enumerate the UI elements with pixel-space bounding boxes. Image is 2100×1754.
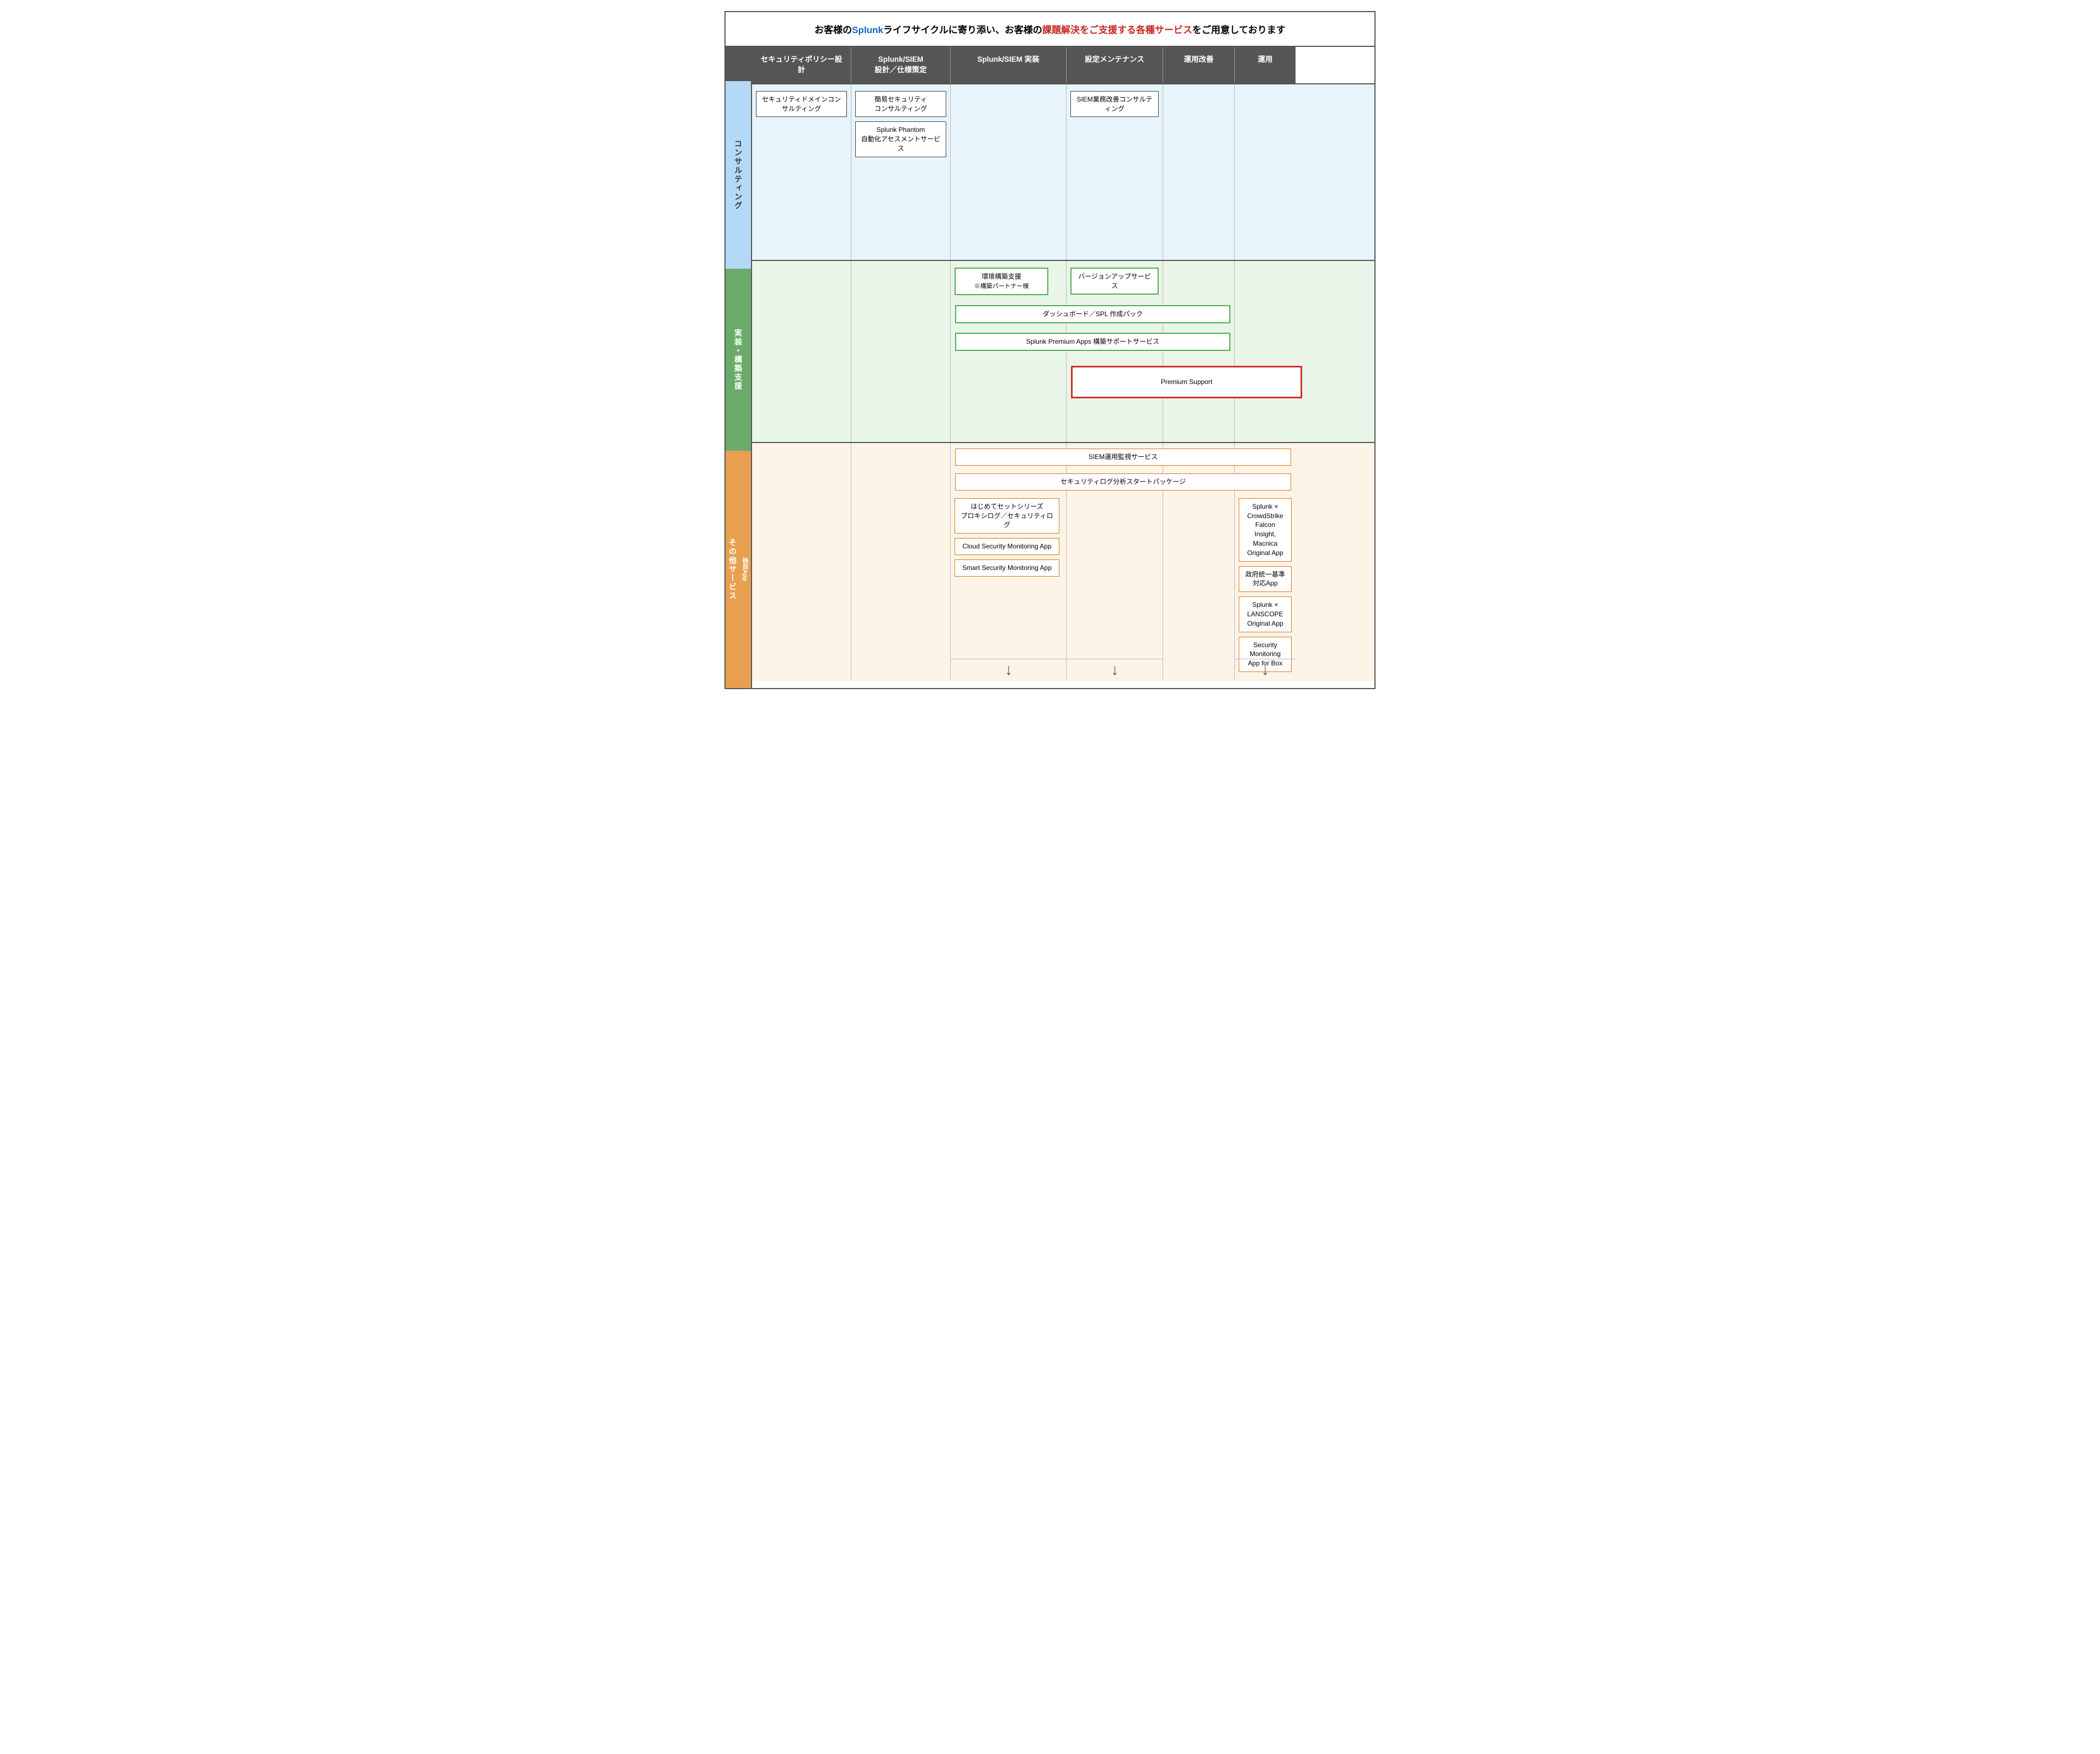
service-version-up: バージョンアップサービス [1070,268,1159,295]
service-premium-support-container: Premium Support [1067,366,1307,403]
left-label-jisso: 実装・構築支援 [726,269,752,451]
consulting-col5 [1163,84,1235,260]
service-premium-apps: Splunk Premium Apps 構築サポートサービス [955,333,1230,351]
left-label-sonota: 独自App その他サービス [726,451,752,688]
banner-red1: 課題解決をご支援する各種サービス [1042,25,1192,35]
service-dashboard: ダッシュボード／SPL 作成パック [955,305,1230,323]
column-headers: セキュリティポリシー設計 Splunk/SIEM設計／仕様策定 Splunk/S… [752,47,1374,84]
left-label-consulting: コンサルティング [726,81,752,269]
service-siem-kaizen: SIEM業務改善コンサルティング [1070,91,1159,118]
service-security-log-analysis: セキュリティログ分析スタートパッケージ [955,473,1291,491]
consulting-col3 [951,84,1067,260]
banner-prefix: お客様の [814,25,852,35]
service-kankyo-kochiku: 環境構築支援※構築パートナー様 [955,268,1048,295]
service-security-domain: セキュリティドメインコンサルティング [756,91,847,118]
jisso-col6 [1235,261,1296,442]
consulting-col6 [1235,84,1296,260]
service-siem-unyo: SIEM運用監視サービス [955,449,1291,466]
arrow-5 [1163,659,1235,681]
service-splunk-phantom: Splunk Phantom自動化アセスメントサービス [855,121,946,157]
consulting-col2: 簡易セキュリティコンサルティング Splunk Phantom自動化アセスメント… [851,84,951,260]
main-container: お客様のSplunkライフサイクルに寄り添い、お客様の課題解決をご支援する各種サ… [724,11,1376,689]
arrow-1 [752,659,851,681]
col-header-4: 設定メンテナンス [1067,47,1163,83]
consulting-section: セキュリティドメインコンサルティング 簡易セキュリティコンサルティング Splu… [752,84,1374,261]
col-header-5: 運用改善 [1163,47,1235,83]
top-banner: お客様のSplunkライフサイクルに寄り添い、お客様の課題解決をご支援する各種サ… [726,12,1374,47]
service-hajimete: はじめてセットシリーズプロキシログ／セキュリティログ [955,498,1059,534]
service-premium-support: Premium Support [1071,366,1302,398]
consulting-col1: セキュリティドメインコンサルティング [752,84,851,260]
banner-blue1: Splunk [852,25,883,35]
service-premium-apps-container: Splunk Premium Apps 構築サポートサービス [951,333,1235,355]
right-content: セキュリティポリシー設計 Splunk/SIEM設計／仕様策定 Splunk/S… [752,47,1374,688]
service-kantan-security: 簡易セキュリティコンサルティング [855,91,946,118]
col-header-3: Splunk/SIEM 実装 [951,47,1067,83]
arrow-3: ↓ [951,659,1067,681]
consulting-col4: SIEM業務改善コンサルティング [1067,84,1163,260]
col-header-2: Splunk/SIEM設計／仕様策定 [851,47,951,83]
service-lanscope: Splunk × LANSCOPEOriginal App [1239,596,1292,632]
col-header-1: セキュリティポリシー設計 [752,47,851,83]
arrow-6: ↓ [1235,659,1296,681]
arrow-4: ↓ [1067,659,1163,681]
jisso-col2 [851,261,951,442]
service-siem-container: SIEM運用監視サービス [951,449,1296,470]
service-smart-security: Smart Security Monitoring App [955,559,1059,577]
sonota-section: はじめてセットシリーズプロキシログ／セキュリティログ Cloud Securit… [752,443,1374,681]
service-seifutouichi: 政府統一基準対応App [1239,566,1292,593]
banner-middle: ライフサイクルに寄り添い、お客様の [883,25,1042,35]
service-security-log-container: セキュリティログ分析スタートパッケージ [951,473,1296,495]
jisso-col1 [752,261,851,442]
arrow-row: ↓ ↓ ↓ [752,659,1374,681]
arrow-2 [851,659,951,681]
col-header-6: 運用 [1235,47,1296,83]
service-dashboard-container: ダッシュボード／SPL 作成パック [951,305,1235,328]
service-cloud-security: Cloud Security Monitoring App [955,538,1059,555]
sonota-col1 [752,443,851,681]
jisso-section: 環境構築支援※構築パートナー様 バージョンアップサービス ダッシュボード／SPL… [752,261,1374,443]
content-grid: コンサルティング 実装・構築支援 独自App その他サービス セキュリティポリシ… [726,47,1374,688]
banner-suffix: をご用意しております [1192,25,1286,35]
left-labels-column: コンサルティング 実装・構築支援 独自App その他サービス [726,47,752,688]
service-crowdstrike: Splunk × CrowdStrike FalconInsight, Macn… [1239,498,1292,562]
sonota-col2 [851,443,951,681]
